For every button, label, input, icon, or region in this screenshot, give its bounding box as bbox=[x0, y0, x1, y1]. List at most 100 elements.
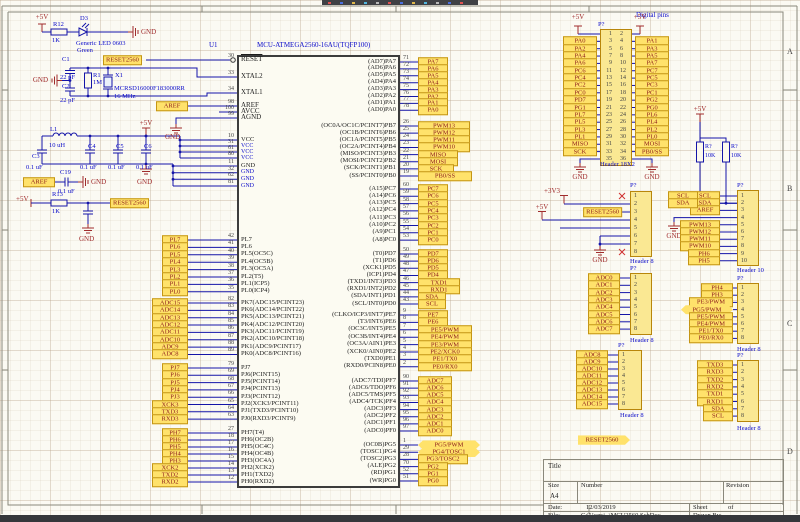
c5-designator[interactable]: C5 bbox=[116, 144, 124, 151]
net-label-pb0-ss[interactable]: PB0/SS bbox=[635, 147, 669, 157]
gnd-text[interactable]: GND bbox=[572, 174, 587, 181]
l1-designator[interactable]: L1 bbox=[50, 127, 57, 134]
mcu-part-name[interactable]: MCU-ATMEGA2560-16AU(TQFP100) bbox=[257, 42, 370, 49]
header-designator[interactable]: P? bbox=[630, 266, 637, 273]
gnd-text[interactable]: GND bbox=[79, 236, 94, 243]
d3-designator[interactable]: D3 bbox=[80, 16, 88, 23]
header-designator[interactable]: P? bbox=[737, 353, 744, 360]
net-label-rxd2[interactable]: RXD2 bbox=[152, 477, 188, 487]
d3-description2[interactable]: Green bbox=[77, 48, 93, 55]
net-label-reset2560[interactable]: RESET2560 bbox=[583, 207, 622, 217]
r13-value[interactable]: 1K bbox=[52, 209, 60, 216]
net-label-reset2560[interactable]: RESET2560 bbox=[110, 198, 149, 208]
net-label-reset2560[interactable]: RESET2560 bbox=[103, 55, 142, 65]
header-pin-number: 8 bbox=[622, 401, 625, 407]
mcu-designator[interactable]: U1 bbox=[209, 42, 218, 49]
gnd-text[interactable]: GND bbox=[91, 179, 106, 186]
c3-value[interactable]: 0.1 uF bbox=[26, 165, 43, 172]
net-label-adc8[interactable]: ADC8 bbox=[152, 350, 188, 360]
header-designator[interactable]: P? bbox=[737, 183, 744, 190]
reset2560-port[interactable]: RESET2560 bbox=[578, 435, 630, 445]
junction-dot bbox=[87, 95, 90, 98]
header-pin-number: 3 bbox=[622, 366, 625, 372]
rp1-designator[interactable]: R? bbox=[705, 144, 712, 150]
p5v-flag[interactable]: +5V bbox=[36, 14, 49, 21]
net-label-aref[interactable]: AREF bbox=[156, 101, 188, 111]
gnd-text[interactable]: GND bbox=[137, 179, 152, 186]
net-label-aref[interactable]: AREF bbox=[23, 177, 55, 187]
net-label-ph5[interactable]: PH5 bbox=[688, 256, 720, 266]
gnd-text[interactable]: GND bbox=[165, 134, 180, 141]
gnd-text[interactable]: GND bbox=[33, 77, 48, 84]
net-label-pc0[interactable]: PC0 bbox=[418, 235, 448, 245]
gnd-text[interactable]: GND bbox=[141, 29, 156, 36]
led-symbol bbox=[79, 28, 87, 36]
digital-pins-header[interactable] bbox=[600, 29, 632, 166]
net-label-adc0[interactable]: ADC0 bbox=[418, 426, 452, 436]
x1-designator[interactable]: X1 bbox=[115, 73, 123, 80]
rp2-designator[interactable]: R? bbox=[731, 144, 738, 150]
pin-name: PJ0(RXD3/PCINT9) bbox=[241, 416, 296, 423]
net-label-pl0[interactable]: PL0 bbox=[162, 287, 188, 297]
header-designator[interactable]: P? bbox=[630, 183, 637, 190]
c6-value[interactable]: 0.1 uF bbox=[136, 165, 153, 172]
p5v-flag[interactable]: +5V bbox=[140, 120, 153, 127]
pin-number: 30 bbox=[228, 53, 234, 59]
c1-designator[interactable]: C1 bbox=[62, 57, 70, 64]
c6-designator[interactable]: C6 bbox=[144, 144, 152, 151]
net-label-adc15[interactable]: ADC15 bbox=[576, 399, 608, 409]
net-label-rxd3[interactable]: RXD3 bbox=[152, 414, 188, 424]
pin-number: 39 bbox=[228, 255, 234, 261]
net-label-scl[interactable]: SCL bbox=[703, 411, 733, 421]
net-label-pe0-rx0[interactable]: PE0/RX0 bbox=[418, 362, 472, 372]
c4-designator[interactable]: C4 bbox=[88, 144, 96, 151]
l1-value[interactable]: 10 uH bbox=[49, 143, 65, 150]
r12-value[interactable]: 1K bbox=[52, 38, 60, 45]
header-designator[interactable]: P? bbox=[598, 22, 605, 29]
net-label-scl[interactable]: SCL bbox=[418, 299, 446, 309]
header-pin-number: 6 bbox=[622, 387, 625, 393]
header-designator[interactable]: P? bbox=[737, 276, 744, 283]
p5v-flag[interactable]: +5V bbox=[572, 14, 585, 21]
c2-designator[interactable]: C2 bbox=[62, 84, 70, 91]
x1-frequency[interactable]: 16 MHz bbox=[114, 94, 135, 101]
c19-designator[interactable]: C19 bbox=[60, 170, 71, 177]
p5v-flag[interactable]: +5V bbox=[634, 14, 647, 21]
header-designator[interactable]: P? bbox=[618, 343, 625, 350]
c1-value[interactable]: 22 pF bbox=[60, 75, 75, 82]
r1-value[interactable]: 1M bbox=[93, 80, 102, 87]
pin-name: (SCL/INT0)PD0 bbox=[352, 301, 396, 308]
p5v-flag[interactable]: +5V bbox=[694, 106, 707, 113]
header-pin-number: 3 bbox=[741, 377, 744, 383]
p5v-flag[interactable]: +5V bbox=[16, 196, 29, 203]
pin-number: 64 bbox=[228, 405, 234, 411]
pin-number: 83 bbox=[228, 303, 234, 309]
p5v-flag[interactable]: +5V bbox=[536, 204, 549, 211]
net-label-sda[interactable]: SDA bbox=[668, 198, 698, 208]
r13-designator[interactable]: R13 bbox=[52, 192, 63, 199]
pin-number: 47 bbox=[403, 268, 409, 274]
net-label-pe0-rx0[interactable]: PE0/RX0 bbox=[689, 334, 733, 344]
c5-value[interactable]: 0.1 uF bbox=[108, 165, 125, 172]
gnd-text[interactable]: GND bbox=[644, 174, 659, 181]
pin-number: 6 bbox=[403, 330, 406, 336]
c2-value[interactable]: 22 pF bbox=[60, 98, 75, 105]
header-pin-number: 10 bbox=[741, 258, 747, 264]
x1-part[interactable]: MCRSD16000F183000RR bbox=[114, 86, 185, 93]
p3v3-flag[interactable]: +3V3 bbox=[544, 188, 560, 195]
header-pin-number: 20 bbox=[620, 97, 626, 103]
net-label-pa0[interactable]: PA0 bbox=[418, 106, 448, 116]
c4-value[interactable]: 0.1 uF bbox=[80, 165, 97, 172]
c3-designator[interactable]: C3 bbox=[32, 154, 40, 161]
r12-designator[interactable]: R12 bbox=[53, 22, 64, 29]
net-label-pg0[interactable]: PG0 bbox=[418, 476, 448, 486]
header-pin-number: 4 bbox=[634, 297, 637, 303]
rp2-value[interactable]: 10K bbox=[731, 153, 741, 159]
net-label-pb0-ss[interactable]: PB0/SS bbox=[418, 171, 472, 181]
gnd-text[interactable]: GND bbox=[592, 257, 607, 264]
net-label-adc7[interactable]: ADC7 bbox=[588, 324, 620, 334]
rp1-value[interactable]: 10K bbox=[705, 153, 715, 159]
pin-number: 60 bbox=[403, 182, 409, 188]
pin-number: 9 bbox=[403, 308, 406, 314]
net-label-sck[interactable]: SCK bbox=[563, 147, 597, 157]
